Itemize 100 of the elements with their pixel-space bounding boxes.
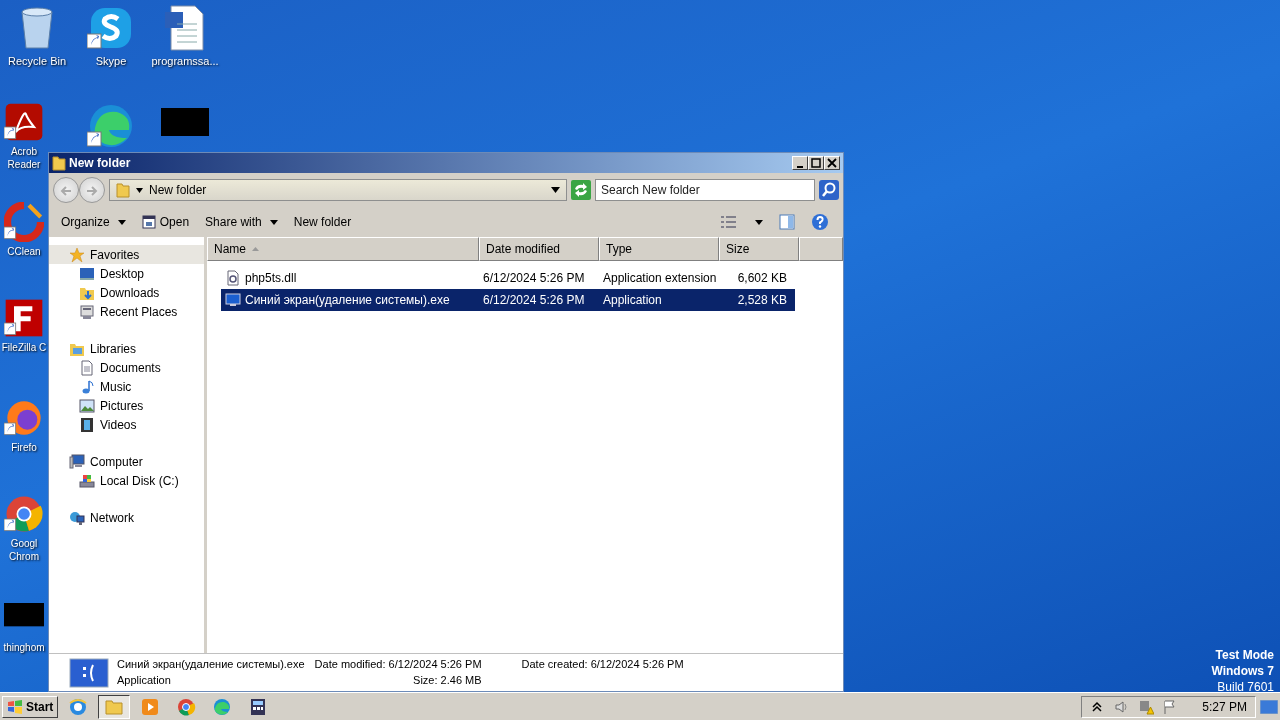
round-logo-icon[interactable] <box>4 494 44 534</box>
forward-arrow-icon <box>85 184 99 197</box>
play-icon <box>140 696 161 717</box>
window-icon <box>141 215 156 229</box>
folder-icon <box>116 182 130 198</box>
nav-item[interactable]: Computer <box>49 452 204 471</box>
back-arrow-icon <box>59 184 73 197</box>
nav-item[interactable]: Libraries <box>49 339 204 358</box>
help-icon[interactable] <box>811 213 829 231</box>
minimize-button[interactable] <box>792 156 808 170</box>
icon-label: Chrom <box>9 550 39 563</box>
file-name: Синий экран(удаление системы).exe <box>245 292 450 309</box>
file-type: Application extension <box>602 270 718 287</box>
icon-label: programssa... <box>151 55 219 68</box>
os-notice-text: Windows 7 <box>1211 663 1274 679</box>
server-app-icon[interactable] <box>4 298 44 338</box>
icon-label: Reader <box>7 158 41 171</box>
computer-icon <box>69 453 85 470</box>
details-size: Size: 2.46 MB <box>412 674 482 687</box>
swirl-icon <box>212 696 233 717</box>
close-icon <box>826 157 838 169</box>
file-row[interactable]: php5ts.dll 6/12/2024 5:26 PM Application extension 6,602 KB <box>221 267 795 289</box>
icon-label: Acrob <box>10 145 38 158</box>
caret-icon <box>269 219 278 225</box>
screen-thumbnail-icon <box>69 657 109 688</box>
drive-icon <box>79 472 95 489</box>
icon-label: CClean <box>7 245 41 258</box>
nav-item[interactable]: Desktop <box>49 264 204 283</box>
close-button[interactable] <box>824 156 840 170</box>
monitor-icon <box>225 292 241 308</box>
maximize-button[interactable] <box>808 156 824 170</box>
nav-item[interactable]: Favorites <box>49 245 204 264</box>
window-title: New folder <box>69 155 131 172</box>
file-type: Application <box>602 292 663 309</box>
swirl-icon[interactable] <box>87 102 135 150</box>
icon-label: FileZilla C <box>1 341 47 354</box>
fox-globe-icon[interactable] <box>4 398 44 438</box>
nav-item[interactable]: Local Disk (C:) <box>49 471 204 490</box>
column-header[interactable]: Name <box>207 237 479 261</box>
toolbar-button[interactable]: Open <box>135 210 196 234</box>
toolbar-button[interactable]: New folder <box>287 210 358 234</box>
sort-arrow-icon <box>252 247 259 251</box>
icon-label: Recycle Bin <box>7 55 67 68</box>
nav-item[interactable]: Pictures <box>49 396 204 415</box>
document-icon <box>79 359 95 376</box>
nav-item[interactable]: Videos <box>49 415 204 434</box>
show-desktop-icon[interactable] <box>1260 699 1278 714</box>
refresh-icon[interactable] <box>571 180 591 200</box>
os-notice-text: Build 7601 <box>1217 679 1274 695</box>
brush-icon[interactable] <box>4 202 44 242</box>
nav-item[interactable]: Recent Places <box>49 302 204 321</box>
search-icon[interactable] <box>819 180 839 200</box>
caret-icon[interactable] <box>136 187 143 193</box>
address-path: New folder <box>149 182 207 199</box>
windows-flag-icon <box>7 699 23 714</box>
gear-file-icon <box>225 270 241 286</box>
column-header[interactable]: Type <box>599 237 719 261</box>
icon-label: Skype <box>95 55 127 68</box>
file-date: 6/12/2024 5:26 PM <box>482 270 586 287</box>
nav-item[interactable]: Documents <box>49 358 204 377</box>
column-header[interactable]: Size <box>719 237 799 261</box>
details-type: Application <box>117 674 172 687</box>
address-bar[interactable]: New folder <box>109 179 567 201</box>
toolbar-button[interactable]: Organize <box>55 210 132 234</box>
file-size: 2,528 KB <box>736 292 788 309</box>
picture-icon <box>79 397 95 414</box>
star-icon <box>69 246 85 263</box>
icon-label: Googl <box>10 537 38 550</box>
recent-places-icon <box>79 303 95 320</box>
nav-item[interactable]: Downloads <box>49 283 204 302</box>
file-date: 6/12/2024 5:26 PM <box>482 292 586 309</box>
minimize-icon <box>797 166 803 168</box>
os-notice-text: Test Mode <box>1215 647 1274 663</box>
details-modified: Date modified: 6/12/2024 5:26 PM <box>314 658 482 671</box>
caret-icon <box>117 219 126 225</box>
icon-label: Firefo <box>11 441 37 454</box>
details-created: Date created: 6/12/2024 5:26 PM <box>520 658 684 671</box>
start-button[interactable]: Start <box>2 695 59 718</box>
view-list-icon[interactable] <box>721 215 739 229</box>
file-row[interactable]: Синий экран(удаление системы).exe 6/12/2024 5:26 PM Application 2,528 KB <box>221 289 795 311</box>
monitor-icon <box>79 265 95 282</box>
browser-e-icon <box>68 696 89 717</box>
file-name: php5ts.dll <box>245 270 297 287</box>
search-field[interactable]: Search New folder <box>595 179 815 201</box>
nav-item[interactable]: Music <box>49 377 204 396</box>
network-icon <box>69 509 85 526</box>
maximize-icon <box>810 157 822 169</box>
nav-item[interactable]: Network <box>49 508 204 527</box>
round-logo-icon <box>176 696 197 717</box>
folder-icon <box>52 155 66 171</box>
taskbar-button[interactable] <box>98 694 131 719</box>
caret-icon[interactable] <box>551 187 560 193</box>
icon-label: thinghom <box>3 641 45 654</box>
caret-icon[interactable] <box>755 219 763 225</box>
pdf-app-icon[interactable] <box>4 102 44 142</box>
details-name: Синий экран(удаление системы).exe <box>117 658 305 671</box>
file-size: 6,602 KB <box>736 270 788 287</box>
column-header[interactable]: Date modified <box>479 237 599 261</box>
film-strip-icon <box>79 416 95 433</box>
toolbar-button[interactable]: Share with <box>199 210 284 234</box>
